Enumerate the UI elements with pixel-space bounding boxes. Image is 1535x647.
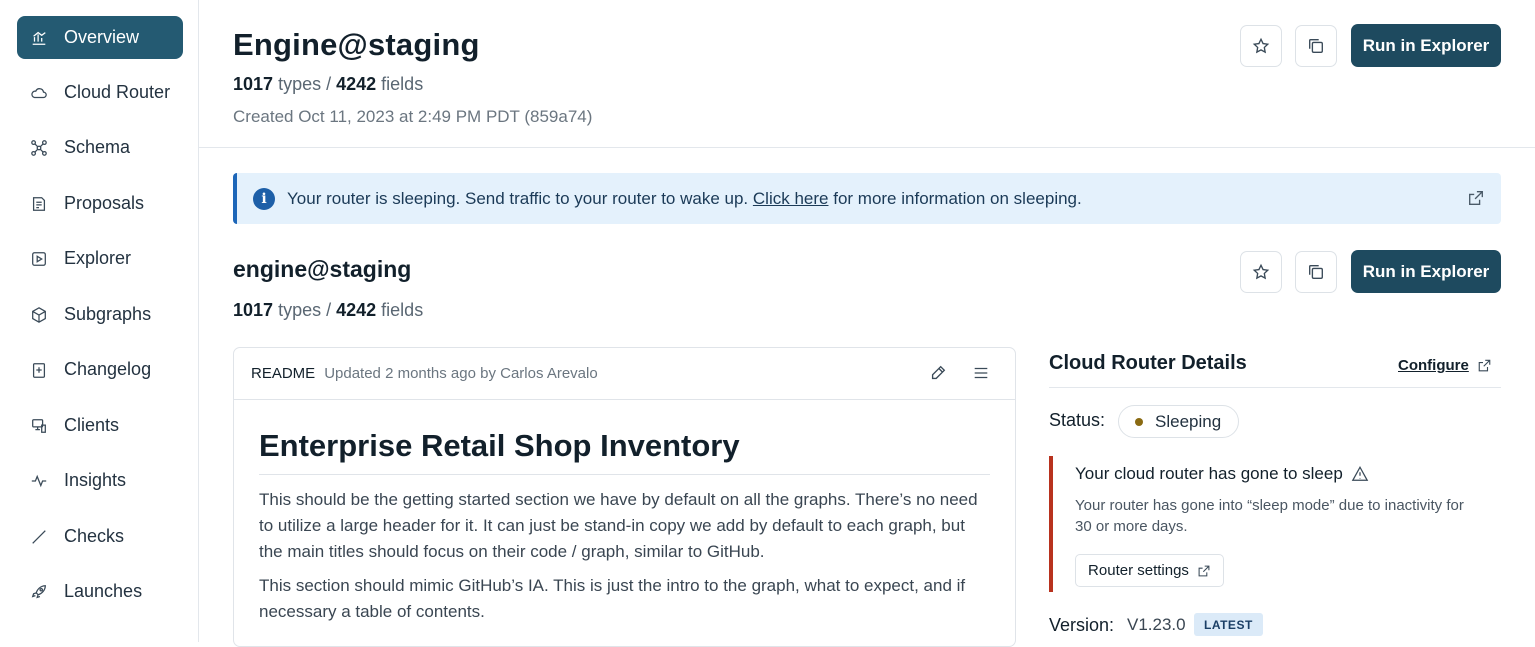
- header-counts: 1017 types / 4242 fields: [233, 74, 423, 95]
- proposals-icon: [29, 194, 49, 214]
- configure-link[interactable]: Configure: [1398, 357, 1492, 374]
- fields-count: 4242: [336, 74, 377, 94]
- sidebar-item-label: Subgraphs: [64, 304, 152, 324]
- banner-link[interactable]: Click here: [753, 189, 829, 208]
- copy-icon: [1309, 265, 1323, 279]
- run-in-explorer-button[interactable]: Run in Explorer: [1351, 250, 1501, 293]
- pulse-icon: [29, 471, 49, 491]
- panel-divider: [1049, 387, 1501, 388]
- schema-icon: [29, 138, 49, 158]
- section-counts: 1017 types / 4242 fields: [233, 300, 423, 321]
- sidebar-item-label: Insights: [64, 470, 127, 490]
- sidebar-item-explorer[interactable]: Explorer: [17, 237, 183, 280]
- readme-meta: Updated 2 months ago by Carlos Arevalo: [324, 365, 598, 382]
- status-badge: Sleeping: [1118, 405, 1239, 438]
- sleep-alert: Your cloud router has gone to sleep Your…: [1049, 456, 1479, 592]
- cube-icon: [29, 305, 49, 325]
- alert-text: Your router has gone into “sleep mode” d…: [1075, 497, 1464, 535]
- latest-badge: LATEST: [1194, 613, 1263, 636]
- version-label: Version:: [1049, 615, 1115, 635]
- info-icon: i: [253, 187, 275, 210]
- star-icon: [1252, 263, 1270, 280]
- sidebar-item-label: Cloud Router: [64, 82, 171, 102]
- play-icon: [29, 249, 49, 269]
- sidebar-item-checks[interactable]: Checks: [17, 515, 183, 558]
- header-divider: [199, 147, 1535, 148]
- clients-icon: [29, 416, 49, 436]
- sidebar-item-launches[interactable]: Launches: [17, 570, 183, 613]
- types-label: types /: [278, 300, 332, 320]
- version-value: V1.23.0: [1127, 615, 1186, 634]
- menu-icon[interactable]: [972, 364, 990, 386]
- changelog-icon: [29, 360, 49, 380]
- created-timestamp: Created Oct 11, 2023 at 2:49 PM PDT (859…: [233, 107, 593, 126]
- fields-label: fields: [381, 74, 424, 94]
- fields-count: 4242: [336, 300, 377, 320]
- sidebar-item-label: Proposals: [64, 193, 145, 213]
- sidebar-item-schema[interactable]: Schema: [17, 126, 183, 169]
- check-icon: [29, 527, 49, 547]
- types-label: types /: [278, 74, 332, 94]
- cloud-router-details-title: Cloud Router Details: [1049, 352, 1247, 374]
- alert-title-text: Your cloud router has gone to sleep: [1075, 464, 1343, 483]
- banner-message: Your router is sleeping. Send traffic to…: [287, 189, 1082, 209]
- cloud-icon: [29, 83, 49, 103]
- sidebar-item-label: Checks: [64, 526, 125, 546]
- page-title: Engine@staging: [233, 27, 480, 62]
- sidebar-item-label: Changelog: [64, 359, 152, 379]
- router-settings-label: Router settings: [1088, 562, 1189, 579]
- sidebar-item-clients[interactable]: Clients: [17, 404, 183, 447]
- alert-title: Your cloud router has gone to sleep: [1075, 464, 1369, 484]
- status-label: Status:: [1049, 410, 1106, 430]
- copy-button[interactable]: [1295, 251, 1337, 293]
- run-in-explorer-button[interactable]: Run in Explorer: [1351, 24, 1501, 67]
- copy-button[interactable]: [1295, 25, 1337, 67]
- sidebar-item-label: Launches: [64, 581, 143, 601]
- sidebar-item-subgraphs[interactable]: Subgraphs: [17, 293, 183, 336]
- types-count: 1017: [233, 74, 274, 94]
- favorite-button[interactable]: [1240, 25, 1282, 67]
- sidebar-item-label: Clients: [64, 415, 120, 435]
- graph-variant-title: engine@staging: [233, 256, 412, 282]
- copy-icon: [1309, 39, 1323, 53]
- sidebar-item-changelog[interactable]: Changelog: [17, 348, 183, 391]
- router-settings-button[interactable]: Router settings: [1075, 554, 1224, 587]
- sidebar-item-proposals[interactable]: Proposals: [17, 182, 183, 225]
- types-count: 1017: [233, 300, 274, 320]
- sidebar-item-label: Schema: [64, 137, 131, 157]
- overview-icon: [29, 28, 49, 48]
- edit-icon[interactable]: [929, 364, 947, 386]
- readme-paragraph: This section should mimic GitHub’s IA. T…: [259, 576, 966, 621]
- banner-text-before: Your router is sleeping. Send traffic to…: [287, 188, 749, 208]
- sidebar-item-label: Explorer: [64, 248, 132, 268]
- readme-label: README: [251, 365, 316, 382]
- sidebar-item-cloud-router[interactable]: Cloud Router: [17, 71, 183, 114]
- readme-card: README Updated 2 months ago by Carlos Ar…: [233, 347, 1016, 647]
- sidebar-item-insights[interactable]: Insights: [17, 459, 183, 502]
- external-link-icon[interactable]: [1467, 189, 1485, 212]
- warning-icon: [1351, 465, 1369, 481]
- status-dot-icon: [1135, 417, 1143, 426]
- readme-header: README Updated 2 months ago by Carlos Ar…: [234, 348, 1015, 400]
- status-value: Sleeping: [1155, 411, 1222, 431]
- external-link-icon: [1478, 359, 1491, 372]
- configure-label: Configure: [1398, 357, 1469, 374]
- readme-title: Enterprise Retail Shop Inventory: [259, 428, 990, 475]
- readme-body: Enterprise Retail Shop Inventory This sh…: [234, 400, 1015, 625]
- sleep-info-banner: i Your router is sleeping. Send traffic …: [233, 173, 1501, 224]
- fields-label: fields: [381, 300, 424, 320]
- favorite-button[interactable]: [1240, 251, 1282, 293]
- banner-text-after: for more information on sleeping.: [833, 188, 1082, 208]
- sidebar-item-label: Overview: [64, 27, 140, 47]
- external-link-icon: [1198, 565, 1210, 576]
- readme-paragraph: This should be the getting started secti…: [259, 490, 978, 561]
- sidebar: Overview Cloud Router Schema Proposals E…: [0, 0, 199, 642]
- star-icon: [1252, 37, 1270, 54]
- sidebar-item-overview[interactable]: Overview: [17, 16, 183, 59]
- rocket-icon: [29, 582, 49, 602]
